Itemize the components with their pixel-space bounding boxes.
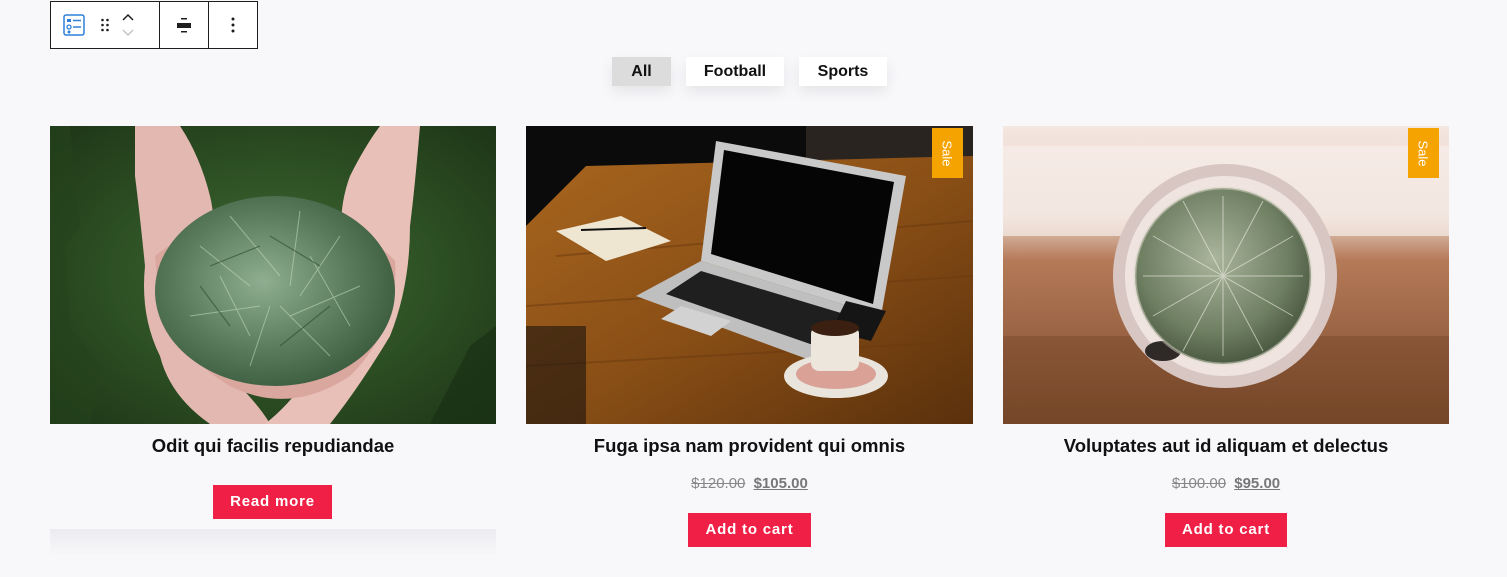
chevron-up-icon: [122, 13, 134, 21]
move-up-button[interactable]: [116, 9, 140, 25]
sale-price: $95.00: [1234, 475, 1281, 492]
read-more-button[interactable]: Read more: [213, 485, 332, 519]
laptop-desk-photo: [526, 126, 973, 424]
sale-badge: Sale: [1408, 128, 1439, 178]
product-price: $120.00 $105.00: [526, 475, 973, 492]
align-center-icon: [177, 18, 191, 33]
pine-needles-photo: [50, 126, 496, 424]
align-button[interactable]: [164, 5, 204, 45]
more-controls: [209, 2, 257, 48]
drag-dots-icon: [101, 18, 109, 32]
product-image[interactable]: Sale: [1003, 126, 1449, 424]
regular-price: $120.00: [691, 475, 746, 492]
block-type-button[interactable]: [51, 2, 97, 48]
product-card: Sale Fuga ipsa nam provident qui omnis $…: [526, 126, 973, 547]
block-toolbar: [50, 1, 258, 49]
product-title[interactable]: Fuga ipsa nam provident qui omnis: [526, 435, 973, 457]
product-price: $100.00 $95.00: [1003, 475, 1449, 492]
block-movers: [113, 2, 143, 48]
add-to-cart-button[interactable]: Add to cart: [688, 513, 811, 547]
regular-price: $100.00: [1171, 475, 1227, 492]
product-title[interactable]: Odit qui facilis repudiandae: [50, 435, 496, 457]
sale-badge: Sale: [932, 128, 963, 178]
block-controls: [51, 2, 160, 48]
product-image[interactable]: Sale: [526, 126, 973, 424]
product-image[interactable]: [50, 126, 496, 424]
product-card: Odit qui facilis repudiandae Read more: [50, 126, 496, 519]
drag-handle[interactable]: [97, 2, 113, 48]
cactus-pot-photo: [1003, 126, 1449, 424]
product-card: Sale Voluptates aut id aliquam et delect…: [1003, 126, 1449, 547]
options-button[interactable]: [213, 5, 253, 45]
product-title[interactable]: Voluptates aut id aliquam et delectus: [1003, 435, 1449, 457]
add-to-cart-button[interactable]: Add to cart: [1165, 513, 1287, 547]
card-shadow: [50, 529, 496, 557]
sale-price: $105.00: [753, 475, 808, 492]
category-filter-tabs: All Football Sports: [0, 57, 1507, 86]
filter-tab-all[interactable]: All: [612, 57, 671, 86]
products-block-icon: [63, 14, 85, 36]
more-vertical-icon: [231, 17, 235, 33]
filter-tab-football[interactable]: Football: [686, 57, 784, 86]
filter-tab-sports[interactable]: Sports: [799, 57, 887, 86]
chevron-down-icon: [122, 29, 134, 37]
alignment-controls: [160, 2, 209, 48]
move-down-button[interactable]: [116, 25, 140, 41]
